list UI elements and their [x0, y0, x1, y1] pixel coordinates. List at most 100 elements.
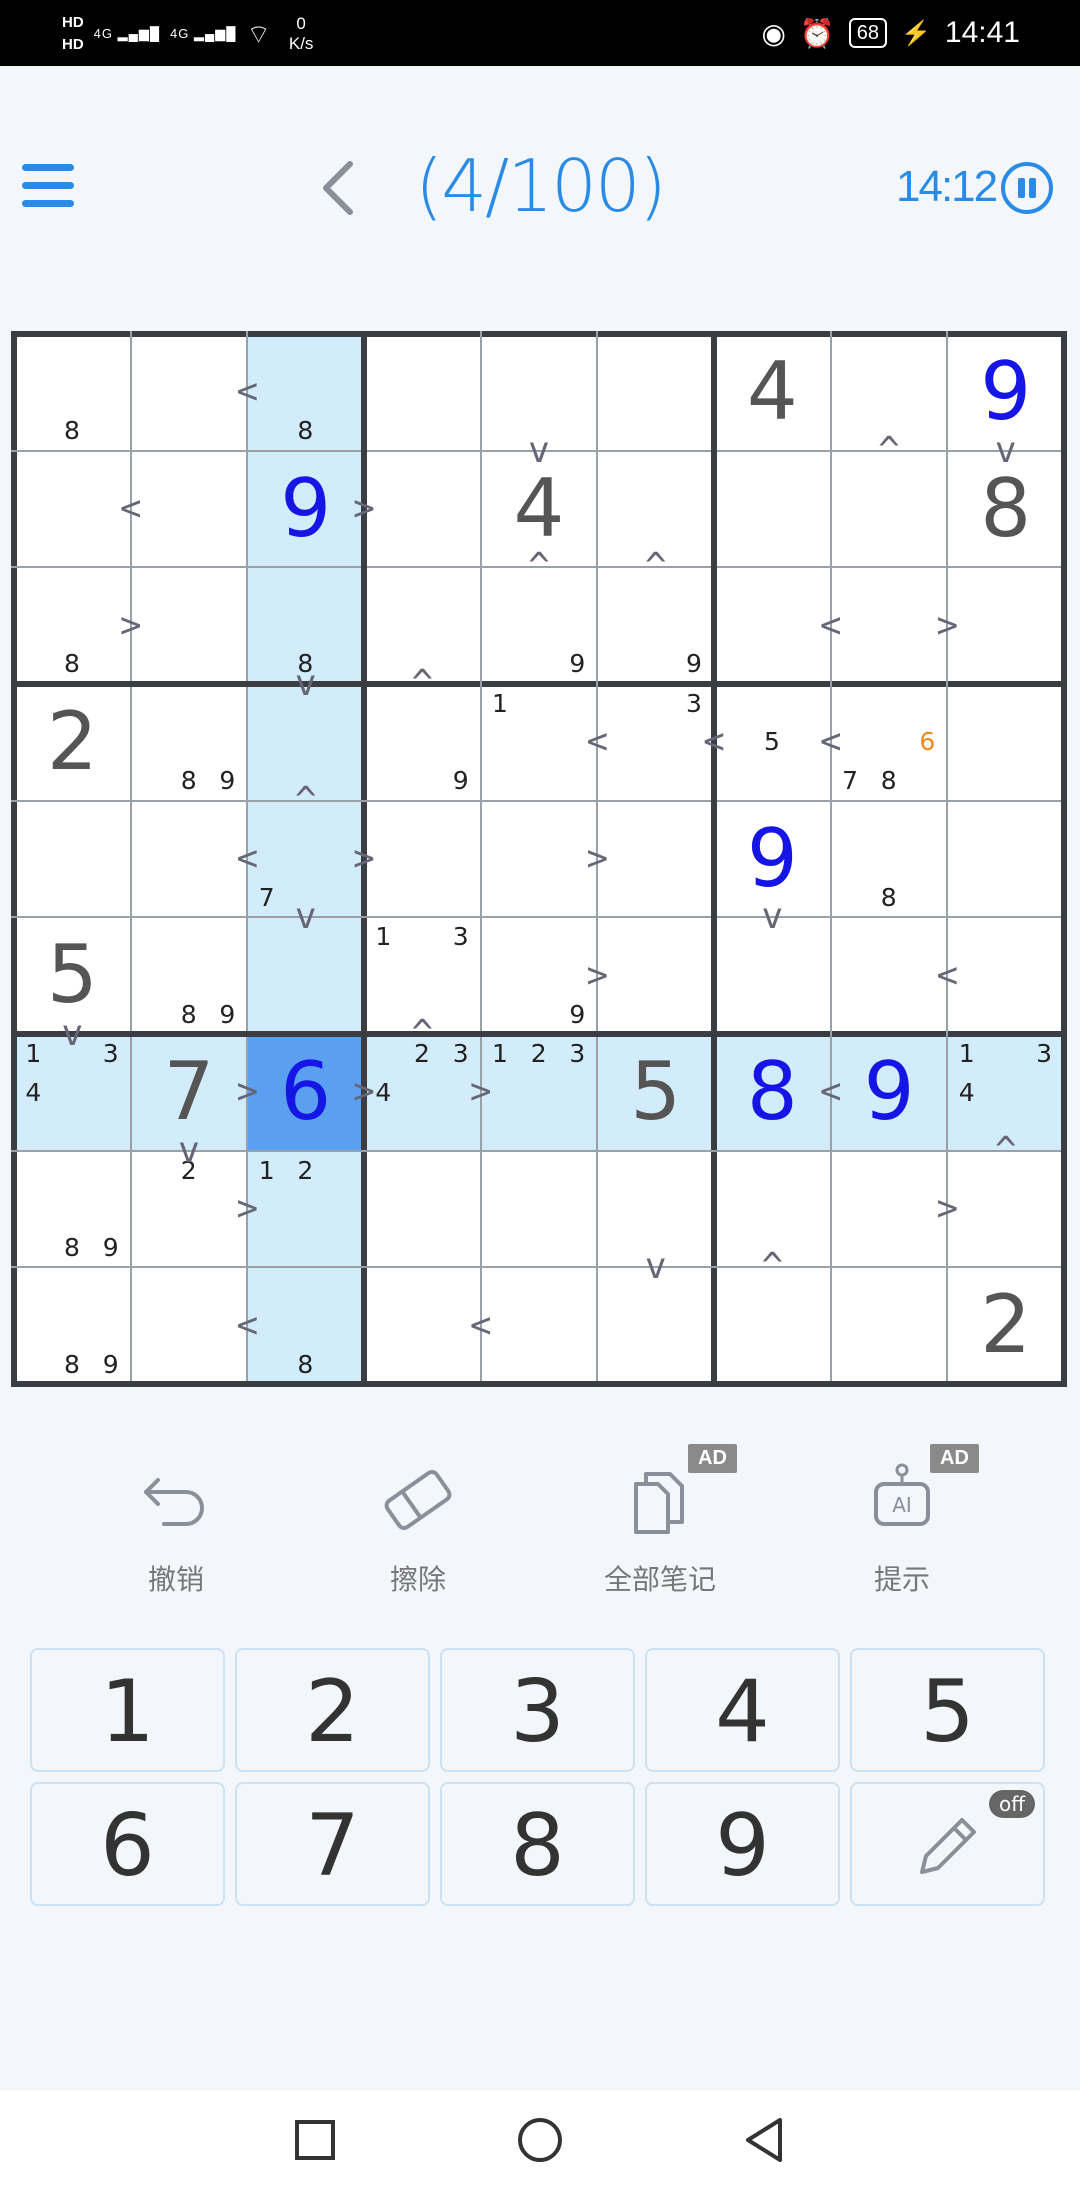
grid-line	[11, 331, 17, 1388]
inequality-sign: <	[819, 721, 842, 763]
number-key-1[interactable]: 1	[30, 1648, 225, 1772]
note-digit	[91, 1189, 130, 1228]
note-digit: 7	[842, 766, 858, 796]
note-digit	[131, 956, 170, 995]
board-cell[interactable]: 2	[947, 1267, 1065, 1385]
board-cell[interactable]	[480, 1150, 598, 1268]
note-digit	[519, 1073, 558, 1112]
inequality-sign: >	[936, 604, 959, 646]
board-cell[interactable]	[364, 334, 481, 451]
board-cell[interactable]	[830, 1267, 948, 1385]
board-cell[interactable]: 8	[14, 334, 131, 451]
note-digit: 4	[958, 1077, 975, 1107]
note-digit	[597, 606, 636, 645]
board-cell[interactable]: 8	[830, 800, 948, 918]
note-digit	[364, 995, 403, 1034]
grid-line	[479, 331, 482, 1388]
note-digit	[91, 645, 130, 684]
note-digit	[14, 645, 53, 684]
inequality-sign: <	[236, 371, 259, 413]
note-digit	[403, 761, 442, 800]
note-digit	[908, 801, 947, 840]
note-digit	[519, 995, 558, 1034]
hint-button[interactable]: AI AD 提示	[802, 1440, 1002, 1620]
cell-notes: 89	[14, 1151, 130, 1267]
number-key-5[interactable]: 5	[850, 1648, 1045, 1772]
note-digit	[597, 761, 636, 800]
note-digit: 2	[297, 1155, 314, 1185]
inequality-sign: >	[236, 1071, 259, 1113]
inequality-sign: ^	[644, 546, 667, 588]
number-key-7[interactable]: 7	[235, 1782, 430, 1906]
number-key-6[interactable]: 6	[30, 1782, 225, 1906]
undo-button[interactable]: 撤销	[76, 1440, 276, 1620]
note-digit	[131, 761, 170, 800]
board-cell[interactable]	[364, 1150, 481, 1268]
note-digit	[169, 956, 208, 995]
note-digit	[286, 1267, 325, 1306]
inequality-sign: <	[936, 954, 959, 996]
note-digit	[91, 1267, 130, 1306]
note-digit	[869, 839, 908, 878]
note-digit	[519, 645, 558, 684]
note-digit	[325, 878, 364, 917]
board-cell[interactable]	[597, 334, 714, 451]
note-digit	[14, 567, 53, 606]
home-button[interactable]	[505, 2110, 575, 2170]
battery-icon: 68	[848, 18, 888, 48]
board-cell[interactable]	[14, 800, 131, 918]
pause-icon[interactable]	[1001, 162, 1053, 214]
note-digit	[441, 723, 480, 762]
all-notes-label: 全部笔记	[603, 1564, 716, 1595]
triangle-back-icon	[746, 2118, 782, 2162]
note-digit	[91, 373, 130, 412]
board-cell[interactable]: 5	[597, 1034, 714, 1151]
board-cell[interactable]: 89	[130, 684, 248, 801]
board-cell[interactable]	[947, 684, 1065, 801]
recent-apps-button[interactable]	[280, 2110, 350, 2170]
note-digit	[131, 1189, 170, 1228]
note-digit	[325, 645, 364, 684]
note-digit	[208, 1228, 247, 1267]
note-digit	[208, 1151, 247, 1190]
board-cell[interactable]: 89	[14, 1267, 131, 1385]
inequality-sign: v	[761, 896, 784, 938]
note-digit	[53, 1151, 92, 1190]
note-digit	[986, 1073, 1025, 1112]
board-cell[interactable]: 2	[14, 684, 131, 801]
number-key-3[interactable]: 3	[440, 1648, 635, 1772]
board-cell[interactable]	[714, 450, 831, 568]
board-cell[interactable]: 89	[130, 917, 248, 1034]
note-digit	[131, 995, 170, 1034]
note-digit	[986, 1034, 1025, 1073]
board-cell[interactable]	[947, 800, 1065, 918]
nav-back-button[interactable]	[730, 2110, 800, 2170]
note-digit	[247, 606, 286, 645]
note-digit	[325, 1189, 364, 1228]
number-key-2[interactable]: 2	[235, 1648, 430, 1772]
menu-icon[interactable]	[22, 164, 74, 208]
erase-button[interactable]: 擦除	[318, 1440, 518, 1620]
note-digit: 5	[764, 727, 780, 757]
cell-signal-icon-2: 4G ▂▄▆█	[170, 26, 237, 41]
all-notes-button[interactable]: AD 全部笔记	[560, 1440, 760, 1620]
note-digit	[675, 567, 714, 606]
note-digit	[403, 1073, 442, 1112]
wifi-icon: ⌔	[246, 18, 271, 49]
pencil-toggle-button[interactable]: off	[850, 1782, 1045, 1906]
number-key-8[interactable]: 8	[440, 1782, 635, 1906]
grid-line	[11, 1266, 1068, 1269]
note-digit	[53, 1306, 92, 1345]
note-digit	[364, 956, 403, 995]
inequality-sign: v	[294, 663, 317, 704]
note-digit	[325, 373, 364, 412]
inequality-sign: v	[178, 1129, 200, 1171]
note-digit	[908, 761, 947, 800]
number-key-4[interactable]: 4	[645, 1648, 840, 1772]
note-digit	[286, 1189, 325, 1228]
note-digit	[169, 684, 208, 723]
board-cell[interactable]: 89	[14, 1150, 131, 1268]
note-digit: 9	[569, 999, 586, 1029]
board-cell[interactable]: 4	[714, 334, 831, 451]
number-key-9[interactable]: 9	[645, 1782, 840, 1906]
